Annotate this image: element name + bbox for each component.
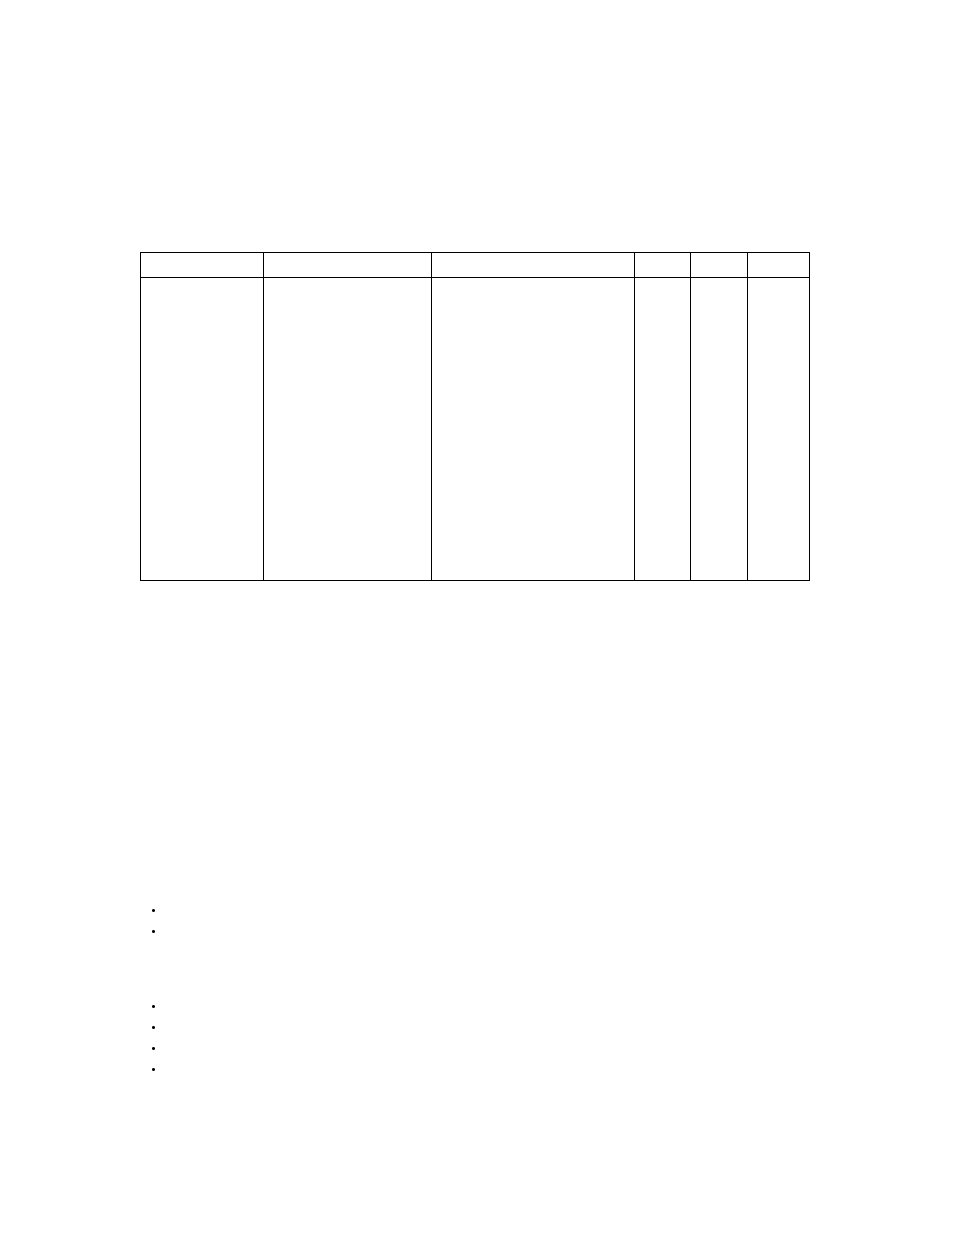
table-cell bbox=[634, 278, 690, 581]
table-cell bbox=[431, 278, 634, 581]
table-cell bbox=[263, 278, 431, 581]
table-cell bbox=[691, 278, 747, 581]
document-page bbox=[0, 0, 954, 1235]
table-header-cell bbox=[263, 253, 431, 278]
empty-table bbox=[140, 252, 810, 581]
table-header-row bbox=[141, 253, 810, 278]
table-header-cell bbox=[747, 253, 809, 278]
table-header-cell bbox=[691, 253, 747, 278]
table-header-cell bbox=[431, 253, 634, 278]
table-row bbox=[141, 278, 810, 581]
table-cell bbox=[141, 278, 264, 581]
table-cell bbox=[747, 278, 809, 581]
table-header-cell bbox=[141, 253, 264, 278]
table-header-cell bbox=[634, 253, 690, 278]
